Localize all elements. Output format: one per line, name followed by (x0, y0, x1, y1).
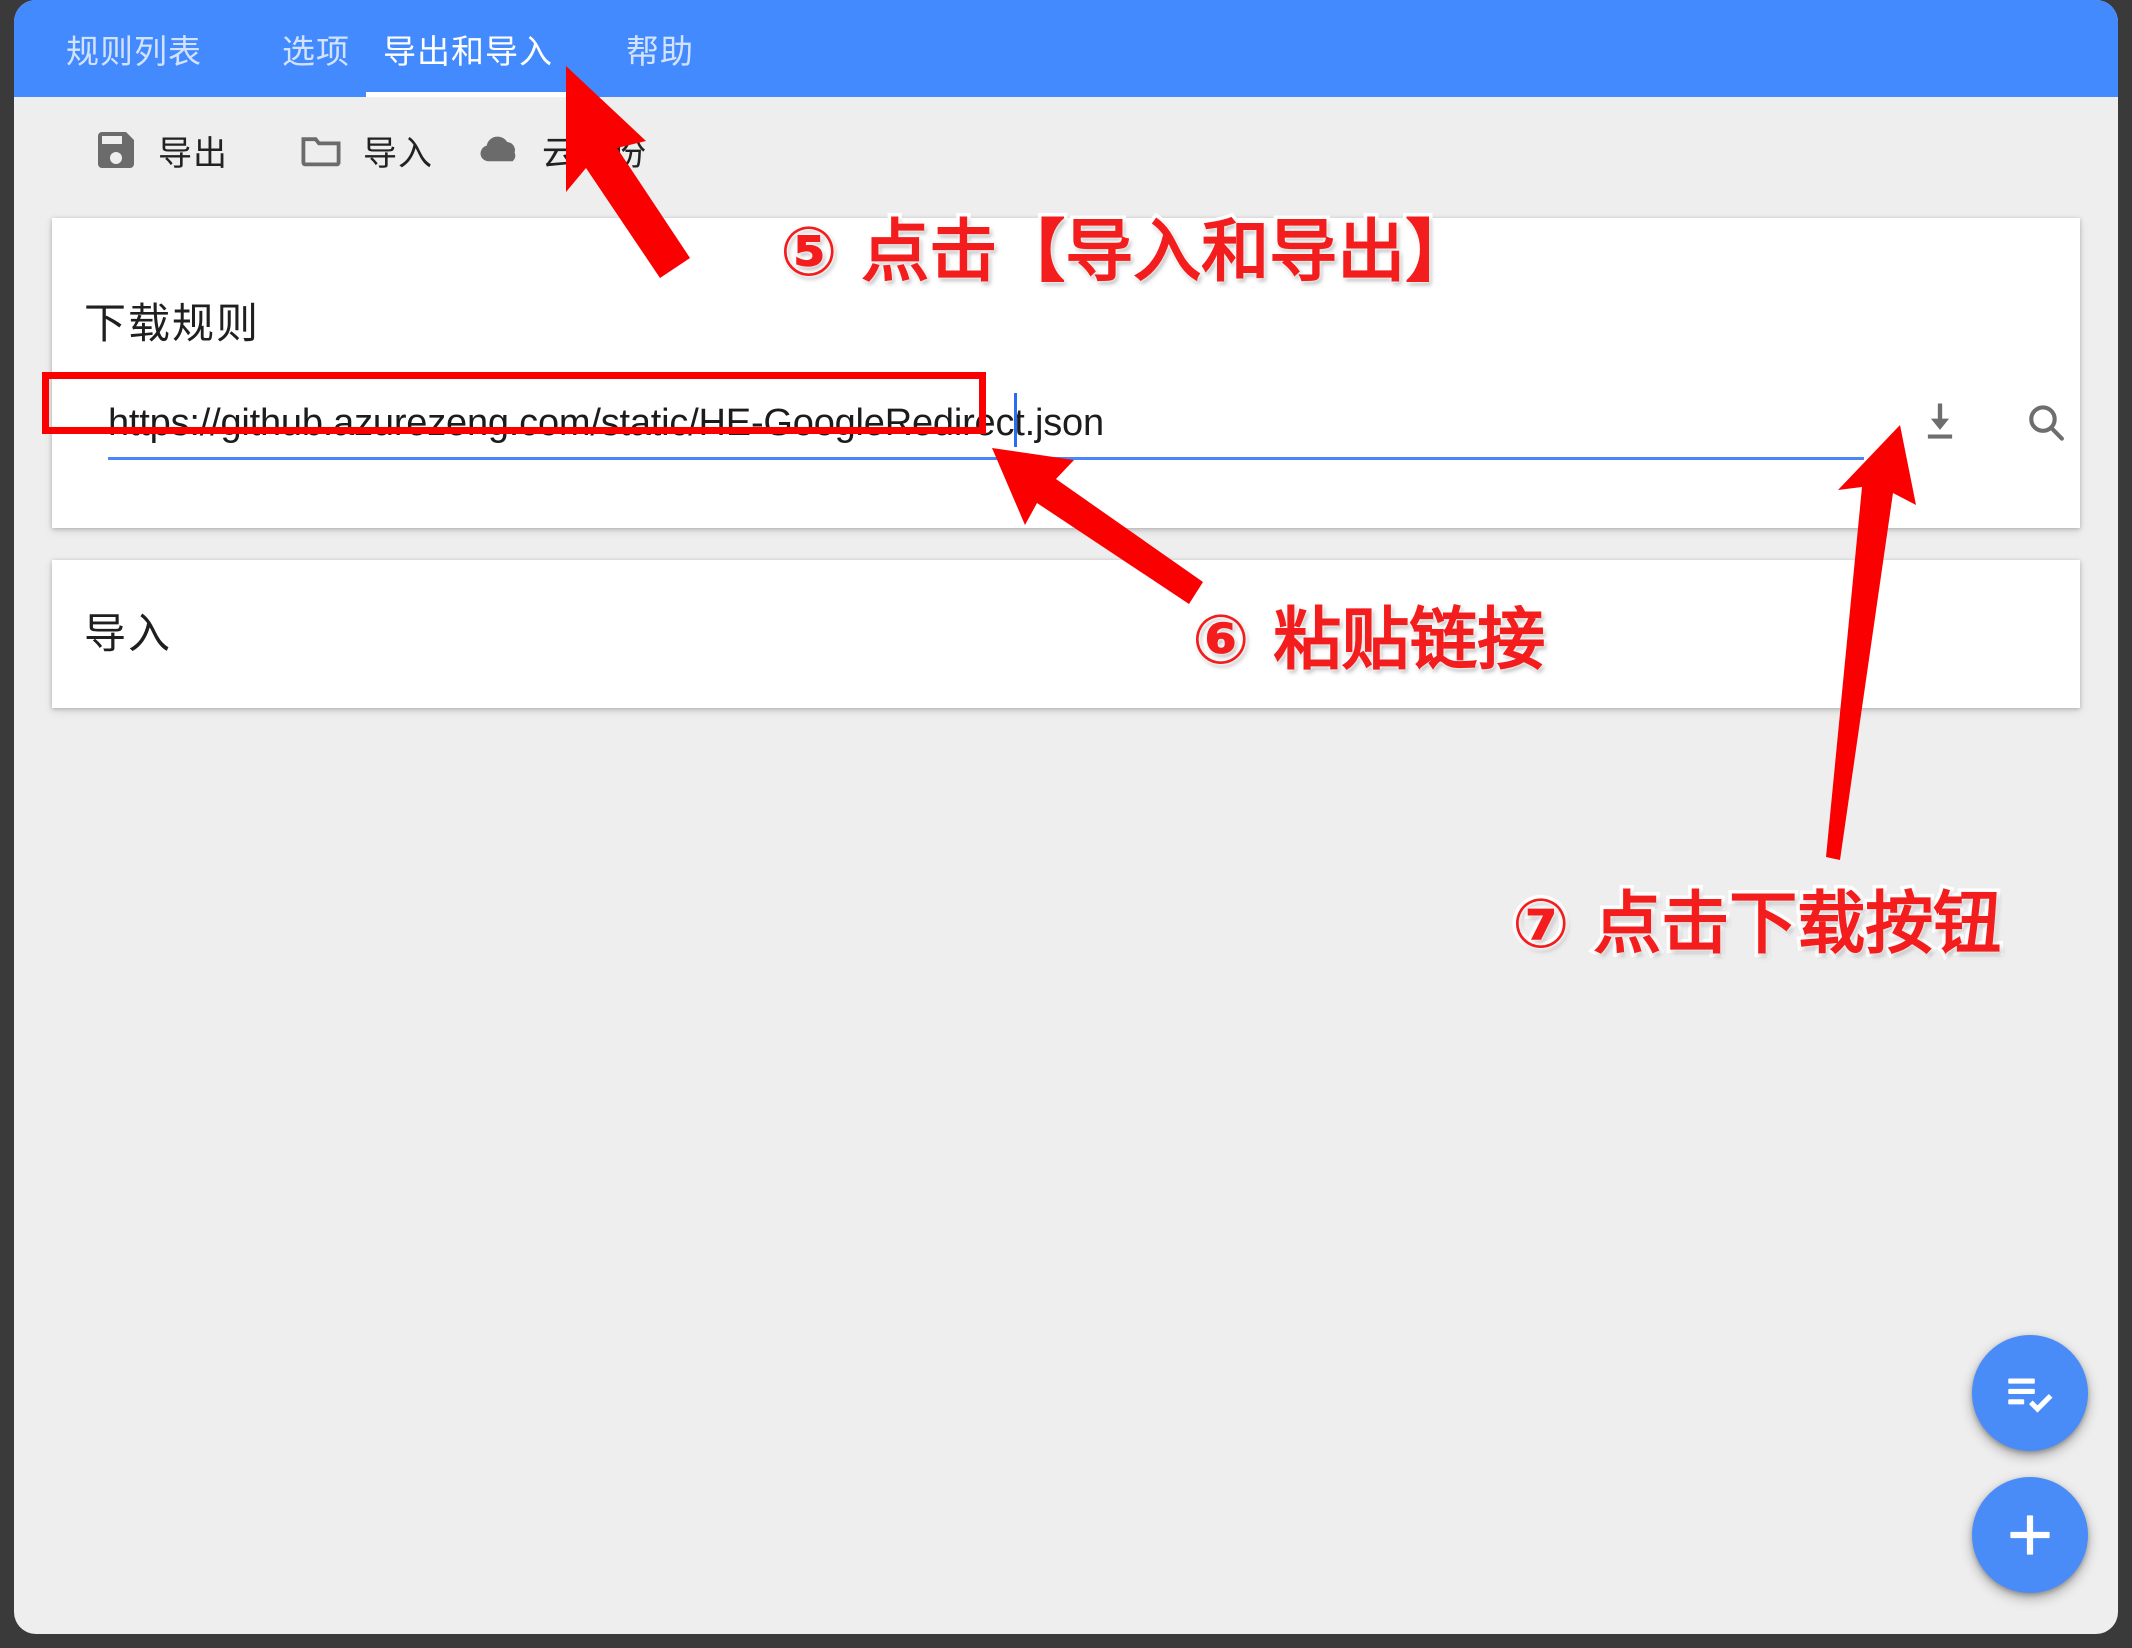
export-button[interactable]: 导出 (92, 114, 228, 186)
playlist-check-fab[interactable] (1972, 1335, 2088, 1451)
tab-label: 选项 (282, 32, 350, 70)
download-url-button[interactable] (1904, 389, 1976, 457)
add-fab[interactable] (1972, 1477, 2088, 1593)
import-button[interactable]: 导入 (297, 114, 433, 186)
extension-options-page: 规则列表 选项 导出和导入 帮助 导出 导入 云备份 下载规则 https://… (14, 0, 2118, 1634)
browser-window-frame: 规则列表 选项 导出和导入 帮助 导出 导入 云备份 下载规则 https://… (0, 0, 2132, 1648)
text-caret (1014, 393, 1017, 447)
download-rules-card: 下载规则 (52, 218, 2080, 528)
folder-icon (297, 126, 345, 174)
action-toolbar: 导出 导入 云备份 (14, 97, 2118, 204)
download-url-input[interactable] (108, 389, 1864, 460)
export-button-label: 导出 (158, 134, 228, 173)
tab-help[interactable]: 帮助 (590, 0, 730, 97)
cloud-backup-button-label: 云备份 (542, 134, 647, 173)
download-rules-title: 下载规则 (84, 300, 261, 347)
cloud-icon (476, 126, 524, 174)
tab-rule-list[interactable]: 规则列表 (34, 0, 234, 97)
playlist-check-icon (2008, 1378, 2053, 1413)
search-url-button[interactable] (2010, 389, 2082, 457)
tab-label: 导出和导入 (383, 32, 553, 70)
save-floppy-icon (92, 126, 140, 174)
download-icon (1927, 403, 1953, 439)
tab-export-import[interactable]: 导出和导入 (358, 0, 578, 97)
import-button-label: 导入 (363, 134, 433, 173)
import-card[interactable]: 导入 (52, 560, 2080, 708)
tab-label: 帮助 (626, 32, 694, 70)
tab-bar: 规则列表 选项 导出和导入 帮助 (14, 0, 2118, 97)
plus-icon (2010, 1515, 2050, 1555)
cloud-backup-button[interactable]: 云备份 (476, 114, 647, 186)
download-url-row (84, 389, 2064, 461)
import-card-title: 导入 (84, 610, 173, 657)
search-icon (2029, 405, 2064, 441)
tab-label: 规则列表 (66, 32, 202, 70)
